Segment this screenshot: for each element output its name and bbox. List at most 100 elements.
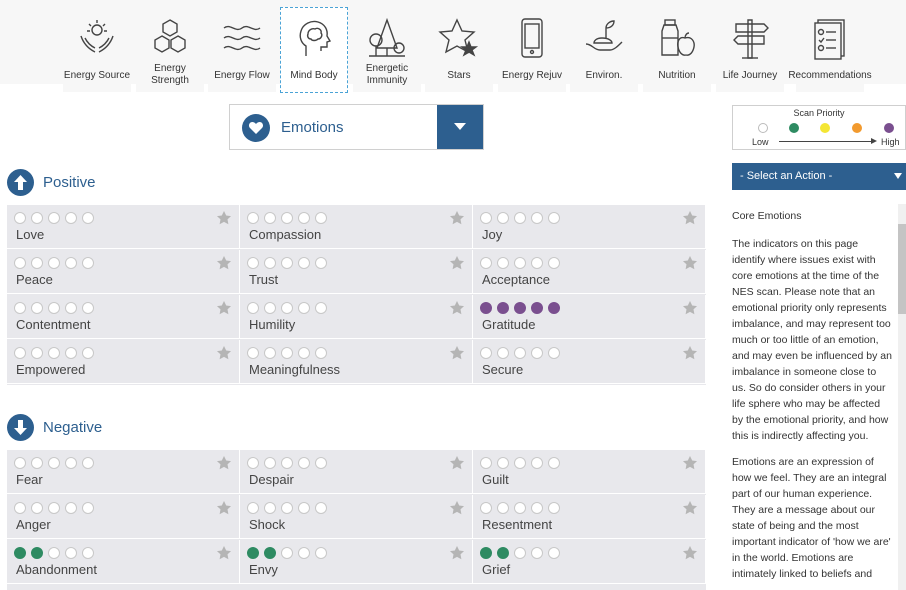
emotion-cell[interactable]: Love — [7, 205, 240, 249]
priority-dot — [315, 502, 327, 514]
emotion-cell[interactable]: Empowered — [7, 340, 240, 384]
priority-dot — [48, 457, 60, 469]
emotion-cell[interactable]: Gratitude — [473, 295, 706, 339]
star-icon[interactable] — [682, 455, 698, 471]
head-brain-icon — [299, 20, 332, 56]
scrollbar-thumb[interactable] — [898, 224, 906, 314]
priority-dot — [82, 547, 94, 559]
stars-icon — [438, 18, 479, 57]
emotion-cell[interactable]: Fear — [7, 450, 240, 494]
star-icon[interactable] — [216, 455, 232, 471]
nav-energy-source[interactable]: Energy Source — [63, 8, 131, 92]
star-icon[interactable] — [216, 500, 232, 516]
star-icon[interactable] — [449, 255, 465, 271]
nav-energetic-immunity[interactable]: Energetic Immunity — [353, 8, 421, 92]
priority-dot — [497, 457, 509, 469]
priority-dot — [315, 302, 327, 314]
priority-dot — [315, 347, 327, 359]
star-icon[interactable] — [682, 345, 698, 361]
star-icon[interactable] — [682, 255, 698, 271]
nav-stars[interactable]: Stars — [425, 8, 493, 92]
priority-dots — [14, 347, 99, 359]
star-icon[interactable] — [216, 210, 232, 226]
star-icon[interactable] — [682, 210, 698, 226]
priority-dot — [480, 502, 492, 514]
emotion-cell[interactable]: Secure — [473, 340, 706, 384]
priority-dot — [65, 502, 77, 514]
emotion-label: Anger — [16, 517, 51, 532]
star-icon[interactable] — [449, 300, 465, 316]
emotions-dropdown[interactable]: Emotions — [229, 104, 484, 150]
emotion-label: Empowered — [16, 362, 86, 377]
nav-environ[interactable]: Environ. — [570, 8, 638, 92]
priority-dot — [65, 547, 77, 559]
priority-dots — [14, 212, 99, 224]
scrollbar-track[interactable] — [898, 204, 906, 590]
priority-dot — [480, 302, 492, 314]
nav-energy-strength[interactable]: Energy Strength — [136, 8, 204, 92]
star-icon[interactable] — [682, 500, 698, 516]
nav-nutrition[interactable]: Nutrition — [643, 8, 711, 92]
emotion-cell[interactable]: Compassion — [240, 205, 473, 249]
emotion-cell[interactable]: Despair — [240, 450, 473, 494]
star-icon[interactable] — [216, 300, 232, 316]
emotion-cell[interactable]: Contentment — [7, 295, 240, 339]
priority-dots — [247, 547, 332, 559]
star-icon[interactable] — [449, 210, 465, 226]
priority-dot — [548, 212, 560, 224]
chevron-down-icon — [894, 173, 902, 179]
emotion-cell[interactable]: Envy — [240, 540, 473, 584]
star-icon[interactable] — [449, 545, 465, 561]
priority-dot — [48, 257, 60, 269]
star-icon[interactable] — [216, 345, 232, 361]
priority-dot — [31, 502, 43, 514]
description-content: Core Emotions The indicators on this pag… — [732, 208, 892, 590]
select-action-dropdown[interactable]: - Select an Action - — [732, 163, 906, 190]
emotion-cell[interactable]: Guilt — [473, 450, 706, 494]
priority-dots — [247, 457, 332, 469]
star-icon[interactable] — [216, 545, 232, 561]
priority-dot — [264, 257, 276, 269]
priority-dot — [48, 212, 60, 224]
star-icon[interactable] — [449, 455, 465, 471]
emotion-cell[interactable]: Humility — [240, 295, 473, 339]
emotion-cell[interactable]: Grief — [473, 540, 706, 584]
nav-energy-rejuv[interactable]: Energy Rejuv — [498, 8, 566, 92]
priority-dots — [14, 302, 99, 314]
legend-dot-yellow — [820, 123, 830, 133]
emotion-label: Compassion — [249, 227, 322, 242]
priority-dot — [264, 502, 276, 514]
emotion-cell[interactable]: Peace — [7, 250, 240, 294]
emotion-cell[interactable]: Anger — [7, 495, 240, 539]
nav-energy-flow[interactable]: Energy Flow — [208, 8, 276, 92]
emotion-cell[interactable]: Shock — [240, 495, 473, 539]
nav-recommendations[interactable]: Recommendations — [788, 8, 872, 92]
emotion-cell[interactable]: Trust — [240, 250, 473, 294]
emotion-cell[interactable]: Joy — [473, 205, 706, 249]
nav-life-journey[interactable]: Life Journey — [716, 8, 784, 92]
star-icon[interactable] — [449, 500, 465, 516]
heart-icon — [242, 114, 270, 142]
description-panel[interactable]: Core Emotions The indicators on this pag… — [732, 204, 906, 590]
chevron-down-icon[interactable] — [437, 105, 483, 149]
emotion-cell[interactable]: Meaningfulness — [240, 340, 473, 384]
nav-mind-body[interactable]: Mind Body — [280, 7, 348, 93]
priority-dot — [31, 547, 43, 559]
star-icon[interactable] — [682, 545, 698, 561]
priority-dot — [14, 212, 26, 224]
emotion-cell[interactable]: Acceptance — [473, 250, 706, 294]
priority-dot — [514, 502, 526, 514]
priority-dot — [315, 547, 327, 559]
star-icon[interactable] — [216, 255, 232, 271]
priority-dot — [497, 347, 509, 359]
star-icon[interactable] — [682, 300, 698, 316]
priority-dot — [548, 457, 560, 469]
priority-dot — [298, 457, 310, 469]
star-icon[interactable] — [449, 345, 465, 361]
priority-dot — [14, 347, 26, 359]
priority-dots — [247, 502, 332, 514]
emotion-cell[interactable]: Resentment — [473, 495, 706, 539]
priority-dot — [298, 302, 310, 314]
priority-dot — [531, 302, 543, 314]
emotion-cell[interactable]: Abandonment — [7, 540, 240, 584]
